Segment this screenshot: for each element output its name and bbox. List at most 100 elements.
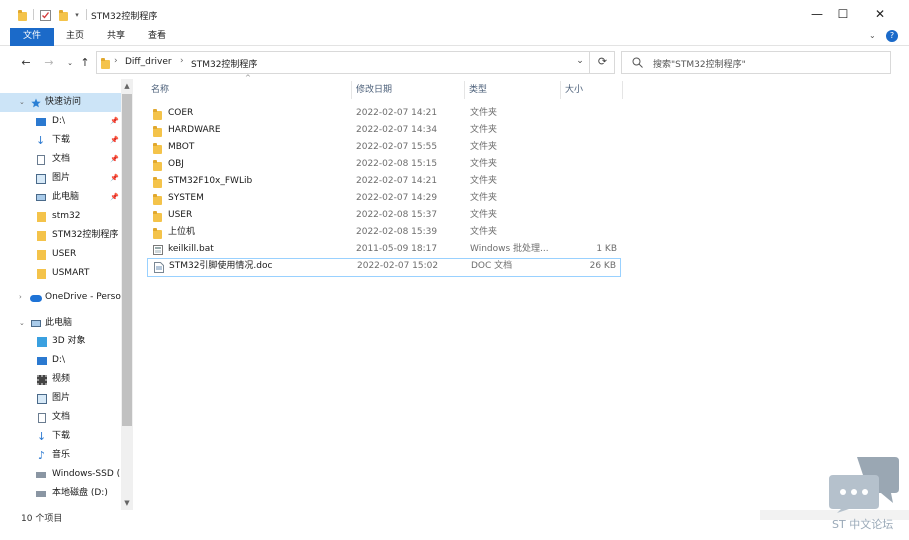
sidebar-scrollbar-thumb[interactable] (122, 94, 132, 426)
tab-file[interactable]: 文件 (10, 28, 54, 46)
tab-view[interactable]: 查看 (138, 28, 176, 46)
sidebar-item-windows-ssd[interactable]: Windows-SSD ( (0, 465, 121, 484)
file-row[interactable]: MBOT 2022-02-07 15:55 文件夹 (147, 139, 621, 156)
refresh-icon[interactable]: ⟳ (589, 51, 615, 74)
drive-icon (37, 357, 47, 365)
sidebar-item-3d-objects[interactable]: 3D 对象 (0, 332, 121, 351)
sidebar-item-usmart[interactable]: USMART (0, 264, 121, 283)
folder-icon (153, 228, 162, 239)
sidebar-item-this-pc-pinned[interactable]: 此电脑 📌 (0, 188, 121, 207)
search-box[interactable]: 搜索"STM32控制程序" (621, 51, 891, 74)
document-icon (38, 413, 46, 423)
file-row[interactable]: HARDWARE 2022-02-07 14:34 文件夹 (147, 122, 621, 139)
sidebar-item-d-drive[interactable]: D:\ 📌 (0, 112, 121, 131)
address-bar[interactable]: › Diff_driver › STM32控制程序 (96, 51, 615, 74)
sidebar-item-stm32-control[interactable]: STM32控制程序 (0, 226, 121, 245)
customize-toolbar-chevron-icon[interactable]: ▾ (73, 8, 81, 22)
breadcrumb-diff-driver[interactable]: Diff_driver (125, 57, 172, 67)
sidebar-item-documents[interactable]: 文档 📌 (0, 150, 121, 169)
sidebar-item-onedrive[interactable]: › OneDrive - Perso (0, 288, 121, 307)
sidebar-item-d-drive-pc[interactable]: D:\ (0, 351, 121, 370)
chevron-down-icon[interactable]: ⌄ (19, 93, 25, 112)
folder-icon (101, 58, 110, 69)
batch-file-icon (153, 245, 163, 255)
video-icon (37, 375, 47, 385)
divider (86, 9, 87, 20)
recent-locations-chevron-icon[interactable]: ⌄ (62, 55, 78, 71)
picture-icon (37, 394, 47, 404)
sidebar-item-local-disk-d[interactable]: 本地磁盘 (D:) (0, 484, 121, 503)
picture-icon (36, 174, 46, 184)
breadcrumb-current-folder[interactable]: STM32控制程序 (191, 57, 257, 70)
column-date-modified[interactable]: 修改日期 (351, 81, 464, 99)
column-size[interactable]: 大小 (560, 81, 622, 99)
disk-icon (36, 472, 46, 478)
pin-icon[interactable]: 📌 (110, 112, 119, 131)
sidebar-item-this-pc[interactable]: ⌄ 此电脑 (0, 314, 121, 333)
navigation-pane: ⌄ 快速访问 D:\ 📌 ↓ 下载 📌 文档 📌 图片 📌 此电脑 📌 stm3… (0, 79, 133, 510)
tab-share[interactable]: 共享 (97, 28, 135, 46)
file-row[interactable]: COER 2022-02-07 14:21 文件夹 (147, 105, 621, 122)
sidebar-item-documents-pc[interactable]: 文档 (0, 408, 121, 427)
folder-icon (37, 212, 46, 222)
scroll-up-icon[interactable]: ▲ (121, 79, 133, 93)
chevron-down-icon[interactable]: ⌄ (19, 314, 25, 333)
properties-icon[interactable] (39, 8, 51, 22)
doc-file-icon (154, 262, 164, 273)
address-history-chevron-icon[interactable]: ⌄ (571, 51, 589, 74)
sidebar-item-videos[interactable]: 视频 (0, 370, 121, 389)
search-icon (632, 57, 643, 68)
scroll-down-icon[interactable]: ▼ (121, 496, 133, 510)
pin-icon[interactable]: 📌 (110, 188, 119, 207)
title-bar: ▾ STM32控制程序 — ☐ ✕ (0, 0, 909, 28)
breadcrumb-separator-icon[interactable]: › (180, 56, 184, 66)
file-row[interactable]: STM32F10x_FWLib 2022-02-07 14:21 文件夹 (147, 173, 621, 190)
pin-icon[interactable]: 📌 (110, 131, 119, 150)
sidebar-item-stm32[interactable]: stm32 (0, 207, 121, 226)
sidebar-item-downloads-pc[interactable]: ↓ 下载 (0, 427, 121, 446)
new-folder-icon[interactable] (57, 8, 69, 22)
search-placeholder: 搜索"STM32控制程序" (653, 60, 746, 70)
file-row[interactable]: keilkill.bat 2011-05-09 18:17 Windows 批处… (147, 241, 621, 258)
breadcrumb-separator-icon[interactable]: › (114, 56, 118, 66)
column-name[interactable]: 名称 (146, 81, 351, 99)
ribbon-tabs: 文件 主页 共享 查看 ⌄ ? (0, 28, 909, 46)
file-row[interactable]: USER 2022-02-08 15:37 文件夹 (147, 207, 621, 224)
file-row[interactable]: 上位机 2022-02-08 15:39 文件夹 (147, 224, 621, 241)
folder-icon (153, 109, 162, 120)
computer-icon (31, 320, 41, 327)
sidebar-item-user[interactable]: USER (0, 245, 121, 264)
watermark-text: ST 中文论坛 (832, 518, 894, 531)
download-icon: ↓ (36, 134, 46, 147)
tab-home[interactable]: 主页 (56, 28, 94, 46)
sidebar-item-pictures[interactable]: 图片 📌 (0, 169, 121, 188)
chevron-right-icon[interactable]: › (19, 288, 22, 307)
column-type[interactable]: 类型 (464, 81, 560, 99)
folder-icon (153, 126, 162, 137)
file-row[interactable]: OBJ 2022-02-08 15:15 文件夹 (147, 156, 621, 173)
back-arrow-icon[interactable]: ← (18, 55, 34, 71)
sidebar-item-quick-access[interactable]: ⌄ 快速访问 (0, 93, 121, 112)
column-divider[interactable] (622, 81, 623, 99)
sidebar-item-pictures-pc[interactable]: 图片 (0, 389, 121, 408)
file-row[interactable]: SYSTEM 2022-02-07 14:29 文件夹 (147, 190, 621, 207)
folder-icon (37, 231, 46, 241)
expand-ribbon-chevron-icon[interactable]: ⌄ (869, 31, 876, 40)
up-arrow-icon[interactable]: ↑ (77, 55, 93, 71)
sidebar-item-music[interactable]: ♪ 音乐 (0, 446, 121, 465)
sidebar-item-downloads[interactable]: ↓ 下载 📌 (0, 131, 121, 150)
help-icon[interactable]: ? (886, 30, 898, 42)
status-item-count: 10 个项目 (21, 514, 63, 524)
pin-icon[interactable]: 📌 (110, 150, 119, 169)
folder-icon (153, 194, 162, 205)
folder-icon[interactable] (16, 8, 28, 22)
divider (33, 9, 34, 20)
chat-bubble-icon (829, 457, 899, 513)
close-button[interactable]: ✕ (857, 0, 903, 28)
cube-icon (37, 337, 47, 347)
pin-icon[interactable]: 📌 (110, 169, 119, 188)
music-icon: ♪ (38, 449, 46, 462)
star-icon (31, 98, 41, 108)
file-row-selected[interactable]: STM32引脚使用情况.doc 2022-02-07 15:02 DOC 文档 … (147, 258, 621, 277)
forward-arrow-icon[interactable]: → (41, 55, 57, 71)
